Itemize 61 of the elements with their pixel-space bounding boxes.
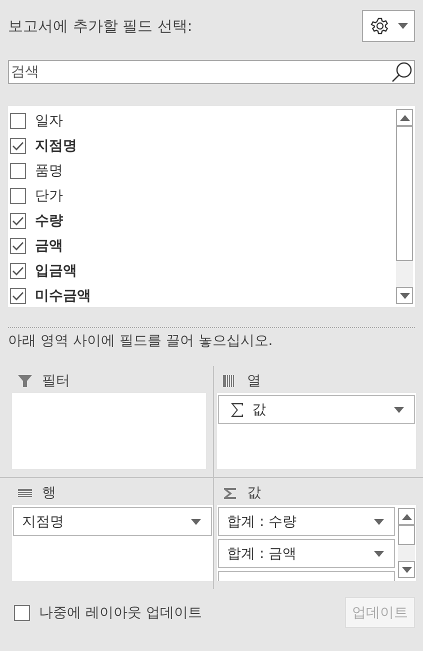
field-name[interactable]: 입금액	[35, 262, 77, 280]
area-title: 값	[247, 484, 261, 502]
up-arrow-icon	[402, 514, 412, 520]
checkbox[interactable]	[10, 162, 26, 178]
check-icon	[12, 140, 24, 150]
checkbox[interactable]	[14, 604, 30, 620]
scroll-down-button[interactable]	[396, 287, 413, 304]
check-icon	[12, 266, 24, 276]
checkbox[interactable]	[10, 288, 26, 304]
scroll-thumb[interactable]	[398, 525, 415, 545]
check-icon	[12, 290, 24, 300]
checkbox[interactable]	[10, 262, 26, 278]
scroll-up-button[interactable]	[398, 508, 415, 525]
check-icon	[12, 216, 24, 226]
field-name[interactable]: 금액	[35, 236, 63, 254]
dropdown-caret-icon	[374, 518, 384, 524]
field-name[interactable]: 단가	[35, 186, 63, 204]
item-label: 합계 : 금액	[227, 544, 298, 562]
sigma-icon	[223, 486, 237, 500]
checkbox[interactable]	[10, 238, 26, 254]
settings-icon	[370, 16, 390, 36]
instruction-text: 아래 영역 사이에 필드를 끌어 놓으십시오.	[8, 332, 274, 350]
dropdown-caret-icon	[191, 518, 201, 524]
area-title: 필터	[42, 372, 70, 390]
field-name[interactable]: 수량	[35, 212, 63, 230]
checkbox[interactable]	[10, 188, 26, 204]
search-field[interactable]: 검색	[8, 60, 415, 84]
item-label: 합계 : 수량	[227, 512, 298, 530]
up-arrow-icon	[400, 114, 410, 120]
scroll-up-button[interactable]	[396, 109, 413, 126]
area-field-item[interactable]: 합계 : 금액	[218, 539, 395, 568]
area-title: 행	[42, 484, 56, 502]
area-field-item[interactable]: 합계 : 수량	[218, 507, 395, 536]
item-label: 지점명	[22, 512, 65, 530]
area-field-item[interactable]: 지점명	[13, 507, 212, 536]
dropdown-caret-icon	[374, 550, 384, 556]
scroll-thumb[interactable]	[396, 126, 413, 261]
field-name[interactable]: 품명	[35, 162, 63, 180]
caret-icon	[398, 23, 408, 29]
search-icon	[391, 61, 413, 83]
field-name[interactable]: 일자	[35, 112, 63, 130]
pane-title: 보고서에 추가할 필드 선택:	[8, 16, 192, 36]
field-name[interactable]: 미수금액	[35, 286, 91, 304]
scrollbar[interactable]	[398, 508, 415, 578]
check-icon	[12, 240, 24, 250]
scroll-down-button[interactable]	[398, 561, 415, 578]
down-arrow-icon	[402, 566, 412, 572]
down-arrow-icon	[400, 292, 410, 298]
area-field-item[interactable]: 값	[218, 395, 415, 424]
checkbox-label[interactable]: 나중에 레이아웃 업데이트	[39, 604, 202, 622]
settings-button[interactable]	[362, 10, 415, 42]
checkbox[interactable]	[10, 112, 26, 128]
dropdown-caret-icon	[394, 406, 404, 412]
scrollbar[interactable]	[396, 109, 413, 304]
field-name[interactable]: 지점명	[35, 136, 77, 154]
area-title: 열	[247, 372, 261, 390]
filter-icon	[18, 374, 32, 388]
columns-icon	[223, 374, 237, 388]
checkbox[interactable]	[10, 138, 26, 154]
checkbox[interactable]	[10, 212, 26, 228]
item-label: 값	[252, 400, 267, 418]
